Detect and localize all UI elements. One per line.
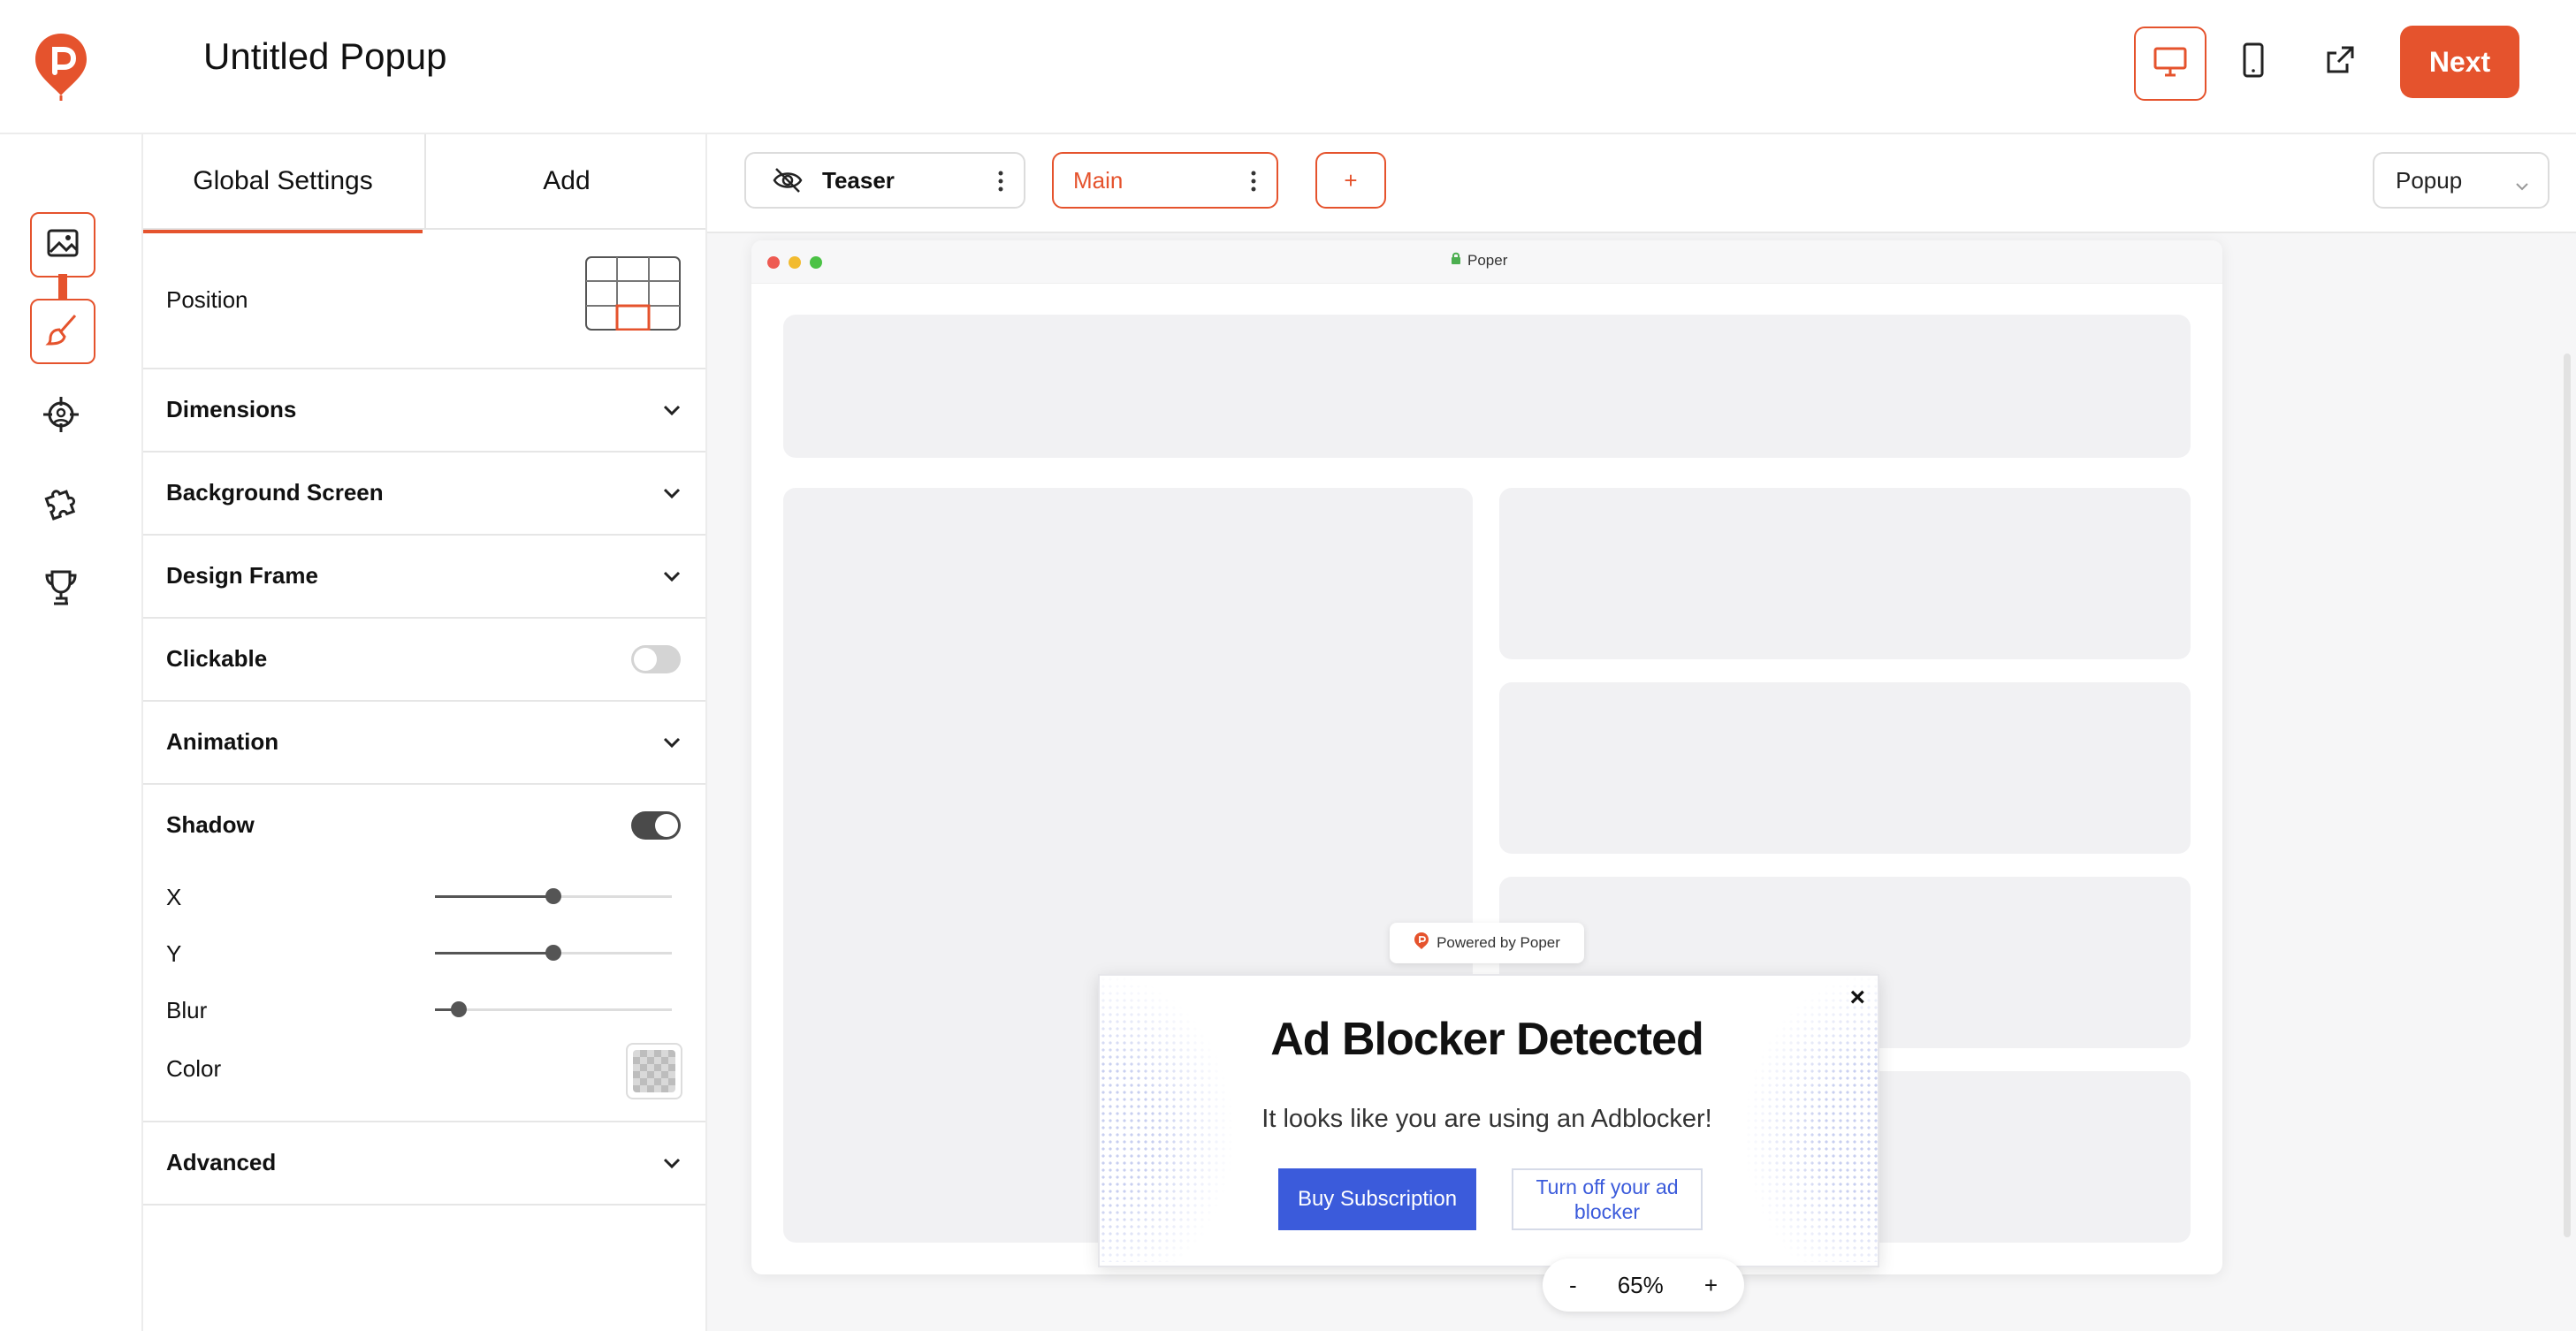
shadow-toggle[interactable] — [631, 811, 681, 840]
slider-thumb[interactable] — [450, 1001, 467, 1017]
shadow-blur-slider[interactable] — [435, 997, 672, 1023]
external-link-icon — [2324, 44, 2356, 80]
shadow-y-slider[interactable] — [435, 940, 672, 967]
animation-section[interactable]: Animation — [143, 702, 705, 785]
position-row: Position — [143, 230, 705, 369]
browser-site-label: Poper — [1467, 251, 1508, 269]
design-frame-label: Design Frame — [166, 562, 318, 589]
animation-label: Animation — [166, 728, 279, 755]
background-screen-label: Background Screen — [166, 479, 384, 506]
shadow-blur-label: Blur — [166, 997, 208, 1023]
position-label: Position — [166, 286, 248, 313]
step-teaser[interactable]: Teaser — [744, 152, 1025, 209]
slider-thumb[interactable] — [545, 945, 561, 961]
desktop-view-button[interactable] — [2134, 27, 2206, 101]
slider-thumb[interactable] — [545, 888, 561, 904]
lock-icon — [1450, 251, 1462, 270]
advanced-section[interactable]: Advanced — [143, 1122, 705, 1206]
tab-add[interactable]: Add — [424, 134, 707, 228]
rail-goals-button[interactable] — [30, 559, 92, 620]
background-screen-section[interactable]: Background Screen — [143, 453, 705, 536]
puzzle-icon — [42, 482, 80, 525]
rail-connector — [58, 274, 67, 300]
next-button[interactable]: Next — [2400, 26, 2519, 98]
rail-design-button[interactable] — [30, 299, 95, 364]
more-options-icon[interactable] — [997, 170, 1004, 199]
buy-subscription-button[interactable]: Buy Subscription — [1278, 1168, 1476, 1230]
step-main[interactable]: Main — [1052, 152, 1278, 209]
shadow-section: Shadow X Y Blur Color — [143, 785, 705, 1122]
popup-type-value: Popup — [2396, 166, 2463, 194]
chevron-down-icon — [663, 405, 681, 416]
browser-url: Poper — [1450, 251, 1507, 270]
brush-icon — [45, 312, 80, 352]
target-icon — [42, 395, 80, 438]
step-teaser-label: Teaser — [822, 166, 895, 194]
zoom-control: - 65% + — [1543, 1259, 1744, 1312]
more-options-icon[interactable] — [1250, 170, 1257, 199]
mobile-view-button[interactable] — [2219, 27, 2288, 97]
popup-title[interactable]: Untitled Popup — [203, 35, 447, 78]
shadow-x-slider[interactable] — [435, 884, 672, 910]
toggle-knob — [655, 814, 678, 837]
zoom-in-button[interactable]: + — [1704, 1272, 1718, 1299]
shadow-color-swatch[interactable] — [626, 1043, 682, 1099]
window-close-dot — [767, 256, 780, 269]
clickable-label: Clickable — [166, 645, 268, 672]
trophy-icon — [43, 568, 79, 612]
mobile-icon — [2241, 42, 2266, 82]
zoom-level: 65% — [1617, 1271, 1664, 1298]
add-step-button[interactable]: + — [1315, 152, 1386, 209]
poper-logo-small — [1414, 932, 1429, 955]
eye-off-icon — [773, 167, 803, 194]
turn-off-adblocker-button[interactable]: Turn off your ad blocker — [1512, 1168, 1703, 1230]
browser-titlebar: Poper — [751, 240, 2222, 284]
clickable-row: Clickable — [143, 619, 705, 702]
step-bar: Teaser Main + Popup — [707, 134, 2576, 233]
powered-by-badge[interactable]: Powered by Poper — [1390, 923, 1584, 963]
chevron-down-icon — [663, 737, 681, 749]
canvas-scrollbar[interactable] — [2564, 354, 2571, 1237]
image-icon — [45, 225, 80, 265]
top-bar: Untitled Popup Next — [0, 0, 2576, 134]
shadow-y-label: Y — [166, 940, 182, 967]
rail-targeting-button[interactable] — [30, 385, 92, 447]
popup-close-button[interactable]: × — [1849, 983, 1865, 1013]
settings-panel: Global Settings Add Position Dimensions … — [143, 134, 707, 1331]
placeholder-block — [1499, 488, 2191, 659]
position-grid[interactable] — [585, 256, 681, 331]
chevron-down-icon — [663, 1158, 681, 1169]
popup-heading: Ad Blocker Detected — [1270, 1014, 1704, 1065]
powered-by-label: Powered by Poper — [1437, 934, 1560, 951]
preview-button[interactable] — [2305, 27, 2374, 97]
adblock-popup: × Ad Blocker Detected It looks like you … — [1098, 974, 1879, 1267]
rail-integrations-button[interactable] — [30, 472, 92, 534]
window-minimize-dot — [789, 256, 801, 269]
shadow-color-label: Color — [166, 1055, 222, 1082]
placeholder-block — [783, 315, 2191, 458]
zoom-out-button[interactable]: - — [1569, 1272, 1577, 1299]
shadow-label: Shadow — [166, 811, 255, 838]
design-frame-section[interactable]: Design Frame — [143, 536, 705, 619]
chevron-down-icon — [2514, 173, 2530, 201]
placeholder-block — [1499, 682, 2191, 854]
poper-logo[interactable] — [34, 32, 88, 103]
desktop-icon — [2153, 46, 2188, 82]
chevron-down-icon — [663, 571, 681, 582]
tab-global-settings[interactable]: Global Settings — [143, 134, 423, 233]
advanced-label: Advanced — [166, 1149, 277, 1175]
shadow-x-label: X — [166, 884, 182, 910]
step-main-label: Main — [1073, 166, 1124, 194]
dimensions-section[interactable]: Dimensions — [143, 369, 705, 453]
dimensions-label: Dimensions — [166, 396, 297, 422]
window-maximize-dot — [810, 256, 822, 269]
clickable-toggle[interactable] — [631, 645, 681, 673]
popup-type-select[interactable]: Popup — [2373, 152, 2549, 209]
popup-subtext: It looks like you are using an Adblocker… — [1261, 1105, 1712, 1133]
toggle-knob — [634, 648, 657, 671]
chevron-down-icon — [663, 488, 681, 499]
rail-content-button[interactable] — [30, 212, 95, 278]
